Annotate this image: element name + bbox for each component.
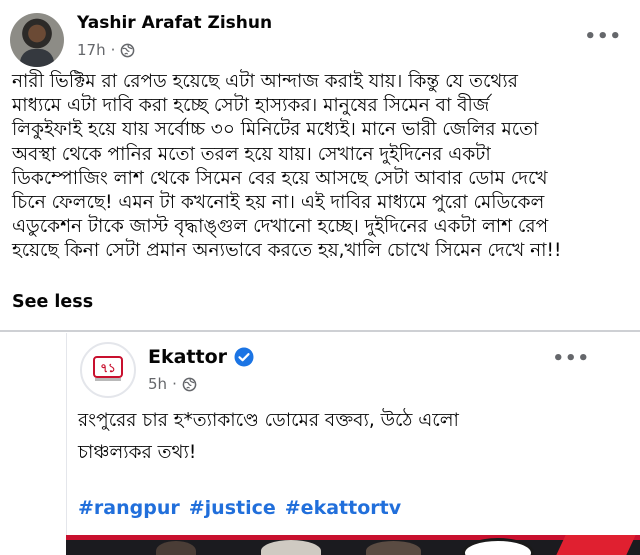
verified-badge-icon: [234, 347, 254, 367]
page-name[interactable]: Ekattor: [148, 346, 227, 368]
post-time[interactable]: 17h: [77, 41, 106, 59]
page-avatar[interactable]: ৭১: [80, 342, 136, 398]
shared-more-options-icon[interactable]: •••: [552, 348, 590, 369]
post-more-options-icon[interactable]: •••: [584, 26, 622, 47]
svg-text:৭১: ৭১: [100, 361, 116, 375]
post-meta: 17h ·: [77, 41, 135, 59]
post-text-line: মাধ্যমে এটা দাবি করা হচ্ছে সেটা হাস্যকর।…: [12, 95, 490, 117]
hashtag-link[interactable]: #justice: [189, 497, 276, 519]
post-text-line: অবস্থা থেকে পানির মতো তরল হয়ে যায়। সেখ…: [12, 143, 491, 165]
see-less-link[interactable]: See less: [12, 292, 93, 312]
shared-post-meta: 5h ·: [148, 375, 197, 393]
author-avatar[interactable]: [10, 13, 64, 67]
meta-separator: ·: [172, 375, 177, 393]
post-text-line: ডিকম্পোজিং লাশ থেকে সিমেন বের হয়ে আসছে …: [12, 167, 548, 189]
post-text-line: নারী ভিক্টিম রা রেপড হয়েছে এটা আন্দাজ ক…: [12, 71, 518, 92]
post-body-text: নারী ভিক্টিম রা রেপড হয়েছে এটা আন্দাজ ক…: [12, 70, 632, 264]
post-text-line: লিকুইফাই হয়ে যায় সর্বোচ্চ ৩০ মিনিটের ম…: [12, 119, 539, 141]
post-header: Yashir Arafat Zishun 17h · •••: [0, 0, 640, 72]
meta-separator: ·: [110, 41, 116, 59]
post-text-line: চিনে ফেলছে! এমন টা কখনোই হয় না। এই দাবি…: [12, 192, 545, 214]
globe-icon[interactable]: [120, 43, 135, 58]
post-text-line: এডুকেশন টাকে জাস্ট বৃদ্ধাঙ্গুল দেখানো হচ…: [12, 216, 549, 238]
page-name-row: Ekattor: [148, 346, 254, 368]
post-text-line: হয়েছে কিনা সেটা প্রমান অন্যভাবে করতে হয…: [12, 240, 562, 262]
hashtag-link[interactable]: #ekattortv: [285, 497, 401, 519]
shared-text-line: চাঞ্চল্যকর তথ্য!: [78, 442, 197, 463]
shared-text-line: রংপুরের চার হ*ত্যাকাণ্ডে ডোমের বক্তব্য, …: [78, 410, 459, 431]
ekattor-logo-icon: ৭১: [93, 356, 123, 378]
divider: [0, 330, 640, 332]
hashtag-row: #rangpur #justice #ekattortv: [78, 497, 401, 519]
author-name[interactable]: Yashir Arafat Zishun: [77, 13, 272, 33]
shared-post-text: রংপুরের চার হ*ত্যাকাণ্ডে ডোমের বক্তব্য, …: [78, 405, 459, 469]
hashtag-link[interactable]: #rangpur: [78, 497, 180, 519]
shared-post-time[interactable]: 5h: [148, 375, 167, 393]
video-thumbnail[interactable]: [66, 535, 640, 555]
globe-icon[interactable]: [182, 377, 197, 392]
